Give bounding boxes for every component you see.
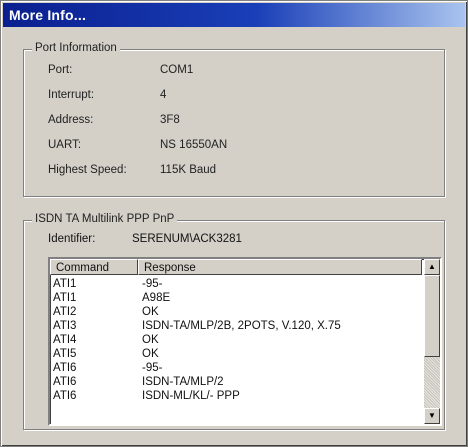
list-row[interactable]: ATI5 OK (50, 347, 422, 361)
list-row[interactable]: ATI4 OK (50, 333, 422, 347)
list-body: ATI1 -95- ATI1 A98E ATI2 OK ATI3 ISDN-TA/MLP… (50, 277, 422, 403)
port-information-group: Port Information Port: COM1 Interrupt: 4… (23, 42, 445, 197)
command-cell: ATI3 (53, 320, 77, 332)
command-cell: ATI6 (53, 376, 77, 388)
list-row[interactable]: ATI1 -95- (50, 277, 422, 291)
response-cell: -95- (142, 362, 163, 374)
interrupt-value: 4 (160, 89, 167, 101)
port-information-legend: Port Information (32, 42, 120, 54)
column-header-command[interactable]: Command (50, 259, 138, 275)
identifier-value: SERENUM\ACK3281 (132, 233, 242, 245)
uart-value: NS 16550AN (160, 139, 228, 151)
response-cell: ISDN-TA/MLP/2 (142, 376, 224, 388)
command-cell: ATI5 (53, 348, 77, 360)
uart-label: UART: (48, 139, 82, 151)
command-cell: ATI4 (53, 334, 77, 346)
response-cell: -95- (142, 278, 163, 290)
more-info-dialog: More Info... Port Information Port: COM1… (0, 0, 468, 447)
port-label: Port: (48, 64, 73, 76)
port-value: COM1 (160, 64, 194, 76)
vertical-scrollbar[interactable]: ▲ ▼ (424, 259, 440, 424)
address-value: 3F8 (160, 114, 180, 126)
command-cell: ATI6 (53, 362, 77, 374)
highest-speed-label: Highest Speed: (48, 164, 127, 176)
response-cell: ISDN-ML/KL/- PPP (142, 390, 240, 402)
scrollbar-thumb[interactable] (424, 275, 440, 357)
column-header-response[interactable]: Response (138, 259, 422, 275)
isdn-legend: ISDN TA Multilink PPP PnP (32, 213, 178, 225)
command-cell: ATI2 (53, 306, 77, 318)
address-label: Address: (48, 114, 94, 126)
list-row[interactable]: ATI2 OK (50, 305, 422, 319)
response-cell: OK (142, 348, 159, 360)
list-row[interactable]: ATI1 A98E (50, 291, 422, 305)
scroll-down-icon[interactable]: ▼ (424, 408, 440, 424)
list-row[interactable]: ATI6 -95- (50, 361, 422, 375)
command-cell: ATI1 (53, 292, 77, 304)
list-row[interactable]: ATI6 ISDN-TA/MLP/2 (50, 375, 422, 389)
response-cell: A98E (142, 292, 171, 304)
list-row[interactable]: ATI3 ISDN-TA/MLP/2B, 2POTS, V.120, X.75 (50, 319, 422, 333)
response-cell: OK (142, 306, 159, 318)
command-cell: ATI1 (53, 278, 77, 290)
response-cell: OK (142, 334, 159, 346)
list-header: Command Response (50, 259, 422, 276)
identifier-label: Identifier: (48, 233, 96, 245)
command-response-list[interactable]: Command Response ATI1 -95- ATI1 A98E ATI2 O… (48, 257, 442, 426)
isdn-group: ISDN TA Multilink PPP PnP Identifier: SE… (23, 213, 445, 430)
highest-speed-value: 115K Baud (160, 164, 217, 176)
interrupt-label: Interrupt: (48, 89, 95, 101)
scroll-up-icon[interactable]: ▲ (424, 259, 440, 275)
response-cell: ISDN-TA/MLP/2B, 2POTS, V.120, X.75 (142, 320, 341, 332)
window-title: More Info... (3, 3, 465, 27)
list-row[interactable]: ATI6 ISDN-ML/KL/- PPP (50, 389, 422, 403)
command-cell: ATI6 (53, 390, 77, 402)
